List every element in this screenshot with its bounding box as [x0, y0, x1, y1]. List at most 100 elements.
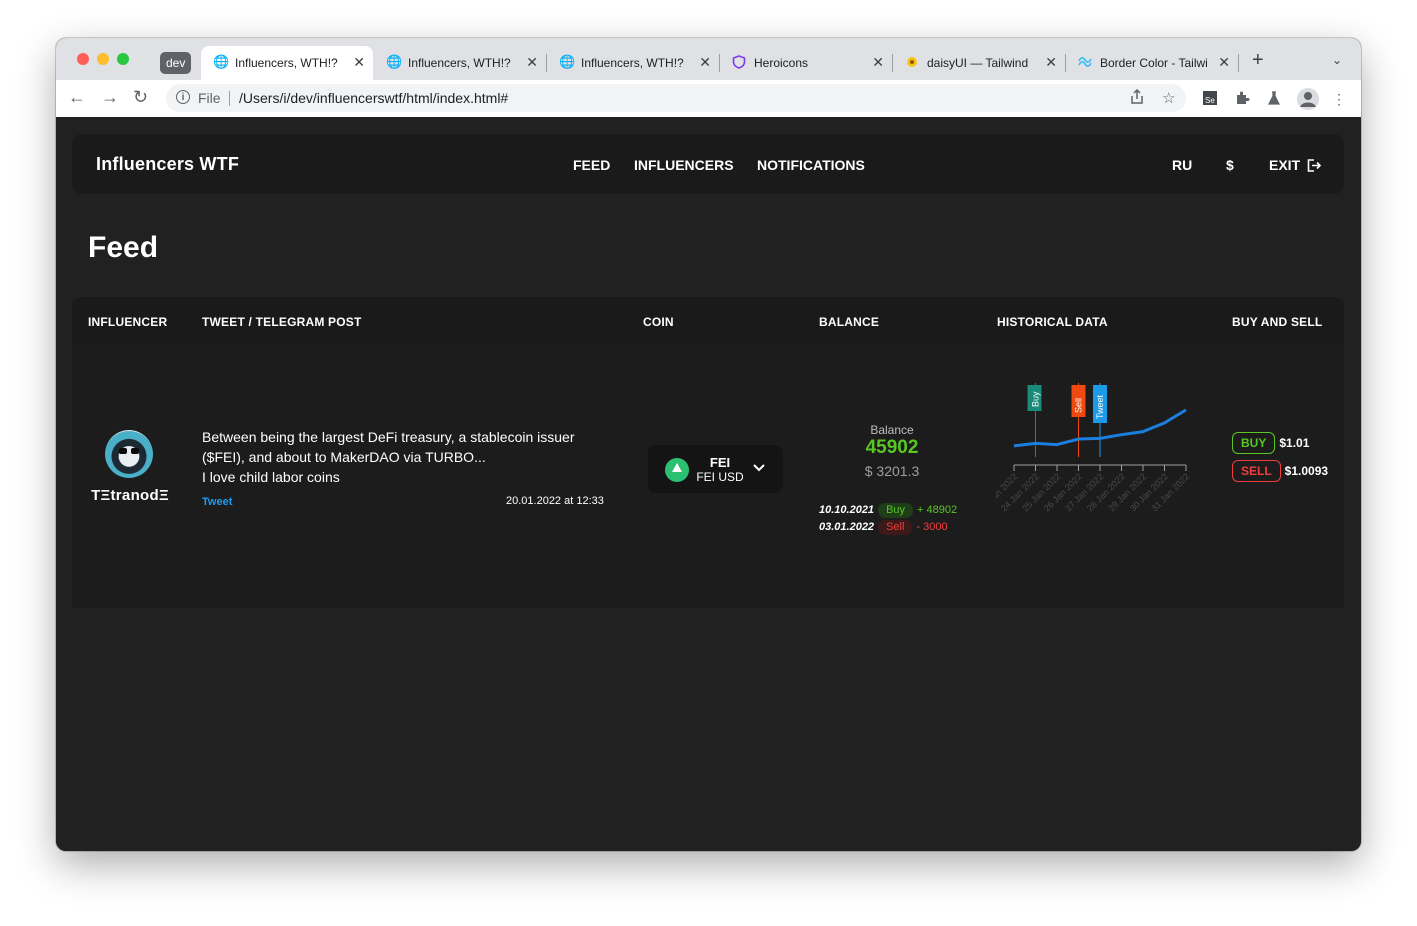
marker-label: Tweet: [1095, 394, 1105, 419]
exit-button[interactable]: EXIT: [1269, 157, 1322, 173]
column-header-post: TWEET / TELEGRAM POST: [202, 315, 362, 329]
chevron-down-icon: [753, 459, 765, 475]
close-tab-icon[interactable]: ✕: [1218, 55, 1230, 69]
divider: [229, 91, 230, 106]
profile-avatar-icon[interactable]: [1297, 88, 1319, 110]
close-tab-icon[interactable]: ✕: [699, 55, 711, 69]
column-header-coin: COIN: [643, 315, 674, 329]
coin-symbol: FEI: [709, 455, 731, 470]
sell-price: $1.0093: [1284, 464, 1329, 478]
nav-feed[interactable]: FEED: [573, 157, 610, 173]
transaction-amount: - 3000: [916, 521, 948, 533]
transaction-type-badge: Buy: [878, 503, 914, 518]
browser-tab[interactable]: Heroicons ✕: [720, 46, 893, 80]
avatar-detail: [119, 448, 127, 454]
close-window-button[interactable]: [77, 53, 89, 65]
close-tab-icon[interactable]: ✕: [353, 55, 365, 69]
transaction-amount: + 48902: [917, 504, 958, 516]
tab-title: Heroicons: [754, 56, 809, 70]
daisyui-flower-icon: [905, 55, 919, 69]
url-text[interactable]: /Users/i/dev/influencerswtf/html/index.h…: [239, 90, 508, 106]
info-icon[interactable]: i: [176, 90, 190, 104]
reload-icon[interactable]: ↻: [133, 87, 148, 107]
marker-label: Buy: [1031, 391, 1041, 407]
selenium-extension-icon[interactable]: Se: [1201, 90, 1219, 108]
address-bar[interactable]: i File /Users/i/dev/influencerswtf/html/…: [166, 84, 1186, 112]
column-header-buy-sell: BUY AND SELL: [1232, 315, 1323, 329]
table-header: INFLUENCER TWEET / TELEGRAM POST COIN BA…: [72, 297, 1344, 345]
close-tab-icon[interactable]: ✕: [872, 55, 884, 69]
page-title: Feed: [88, 231, 159, 264]
tab-title: daisyUI — Tailwind: [927, 56, 1029, 70]
balance-label: Balance: [870, 423, 914, 437]
browser-tab[interactable]: daisyUI — Tailwind ✕: [893, 46, 1066, 80]
globe-icon: 🌐: [213, 54, 230, 69]
transaction-date: 10.10.2021: [819, 504, 875, 516]
top-navbar: Influencers WTF FEED INFLUENCERS NOTIFIC…: [72, 134, 1344, 194]
coin-name: FEI USD: [696, 470, 744, 484]
tab-title: Border Color - Tailwind: [1100, 56, 1208, 70]
extensions-puzzle-icon[interactable]: [1233, 90, 1251, 108]
heroicons-shield-icon: [732, 55, 746, 69]
column-header-historical-data: HISTORICAL DATA: [997, 315, 1108, 329]
profile-badge[interactable]: dev: [160, 52, 192, 74]
marker-flag: Sell: [1071, 385, 1086, 417]
browser-tab[interactable]: 🌐 Influencers, WTH!? ✕: [374, 46, 547, 80]
column-header-balance: BALANCE: [819, 315, 880, 329]
browser-tab[interactable]: 🌐 Influencers, WTH!? ✕: [201, 46, 373, 80]
coin-select[interactable]: FEI FEI USD: [648, 445, 783, 493]
toolbar: ← → ↻ i File /Users/i/dev/influencerswtf…: [56, 80, 1361, 118]
balance-value: 45902: [865, 437, 919, 458]
column-header-influencer: INFLUENCER: [88, 315, 168, 329]
buy-row: BUY $1.01: [1232, 432, 1309, 454]
transaction-row: 10.10.2021 Buy + 48902: [819, 503, 957, 518]
tab-search-chevron-icon[interactable]: ⌄: [1332, 53, 1342, 67]
new-tab-plus-icon[interactable]: +: [1252, 50, 1264, 70]
sell-button[interactable]: SELL: [1232, 460, 1281, 482]
close-tab-icon[interactable]: ✕: [1045, 55, 1057, 69]
browser-menu-kebab-icon[interactable]: ⋮: [1330, 90, 1348, 108]
app-viewport: Influencers WTF FEED INFLUENCERS NOTIFIC…: [56, 117, 1361, 851]
bookmark-star-icon[interactable]: ☆: [1162, 89, 1175, 107]
post-date: 20.01.2022 at 12:33: [506, 495, 604, 507]
table-row: TΞtranodΞ Between being the largest DeFi…: [72, 345, 1344, 608]
svg-text:Se: Se: [1205, 96, 1215, 105]
labs-flask-icon[interactable]: [1265, 90, 1283, 108]
browser-window: dev 🌐 Influencers, WTH!? ✕ 🌐 Influencers…: [56, 38, 1361, 851]
browser-tab[interactable]: Border Color - Tailwind ✕: [1066, 46, 1239, 80]
influencer-avatar[interactable]: [105, 430, 153, 478]
tab-title: Influencers, WTH!?: [581, 56, 684, 70]
back-arrow-icon[interactable]: ←: [68, 87, 86, 107]
share-icon[interactable]: [1130, 88, 1144, 109]
currency-switch[interactable]: $: [1226, 157, 1234, 173]
scheme-label: File: [198, 90, 221, 106]
minimize-window-button[interactable]: [97, 53, 109, 65]
post-text: Between being the largest DeFi treasury,…: [202, 427, 612, 487]
sell-row: SELL $1.0093: [1232, 460, 1328, 482]
close-tab-icon[interactable]: ✕: [526, 55, 538, 69]
language-switch[interactable]: RU: [1172, 157, 1192, 173]
marker-flag: Buy: [1027, 385, 1042, 411]
forward-arrow-icon[interactable]: →: [101, 87, 119, 107]
tab-strip: dev 🌐 Influencers, WTH!? ✕ 🌐 Influencers…: [56, 38, 1361, 80]
brand-logo-text[interactable]: Influencers WTF: [96, 154, 239, 175]
exit-label: EXIT: [1269, 157, 1301, 173]
tab-title: Influencers, WTH!?: [408, 56, 511, 70]
browser-tab[interactable]: 🌐 Influencers, WTH!? ✕: [547, 46, 720, 80]
marker-label: Sell: [1074, 398, 1084, 413]
globe-icon: 🌐: [559, 54, 576, 69]
fei-coin-icon: [665, 458, 689, 482]
maximize-window-button[interactable]: [117, 53, 129, 65]
tailwind-wave-icon: [1078, 55, 1092, 69]
historical-price-chart: BuySellTweet23 Jan 202224 Jan 202225 Jan…: [996, 383, 1191, 513]
tab-separator: [1238, 54, 1239, 72]
buy-button[interactable]: BUY: [1232, 432, 1276, 454]
nav-notifications[interactable]: NOTIFICATIONS: [757, 157, 865, 173]
transaction-type-badge: Sell: [878, 520, 913, 535]
globe-icon: 🌐: [386, 54, 403, 69]
balance-usd: $ 3201.3: [864, 463, 920, 479]
post-line: I love child labor coins: [202, 469, 340, 485]
tweet-link[interactable]: Tweet: [202, 496, 232, 508]
nav-influencers[interactable]: INFLUENCERS: [634, 157, 734, 173]
influencer-name[interactable]: TΞtranodΞ: [88, 487, 172, 504]
